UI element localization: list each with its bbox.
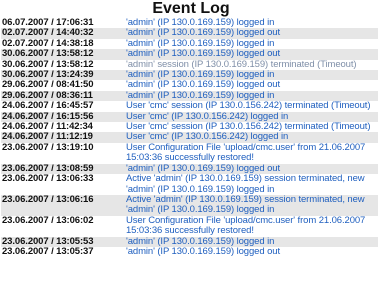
log-row: 23.06.2007 / 13:06:33 Active 'admin' (IP… [1, 173, 378, 195]
log-timestamp: 23.06.2007 / 13:06:33 [2, 173, 94, 185]
log-message: Active 'admin' (IP 130.0.169.159) sessio… [126, 173, 365, 195]
log-row: 23.06.2007 / 13:06:16 Active 'admin' (IP… [1, 193, 378, 216]
log-message: User Configuration File 'upload/cmc.user… [126, 141, 366, 164]
log-row: 23.06.2007 / 13:19:10 User Configuration… [1, 141, 378, 164]
log-message: 'admin' (IP 130.0.169.159) logged out [126, 245, 280, 257]
log-timestamp: 23.06.2007 / 13:06:02 [2, 214, 94, 226]
log-message: User Configuration File 'upload/cmc.user… [126, 214, 366, 237]
panel-title: Event Log [0, 0, 382, 18]
log-timestamp: 23.06.2007 / 13:19:10 [2, 141, 94, 153]
event-log-panel: Event Log 06.07.2007 / 17:06:31 'admin' … [0, 0, 382, 293]
log-message: Active 'admin' (IP 130.0.169.159) sessio… [126, 193, 365, 216]
event-log-list[interactable]: 06.07.2007 / 17:06:31 'admin' (IP 130.0.… [1, 18, 378, 293]
log-timestamp: 23.06.2007 / 13:06:16 [2, 193, 94, 205]
log-row: 23.06.2007 / 13:06:02 User Configuration… [1, 214, 378, 237]
log-row: 23.06.2007 / 13:05:37 'admin' (IP 130.0.… [1, 245, 378, 257]
log-timestamp: 23.06.2007 / 13:05:37 [2, 245, 94, 257]
